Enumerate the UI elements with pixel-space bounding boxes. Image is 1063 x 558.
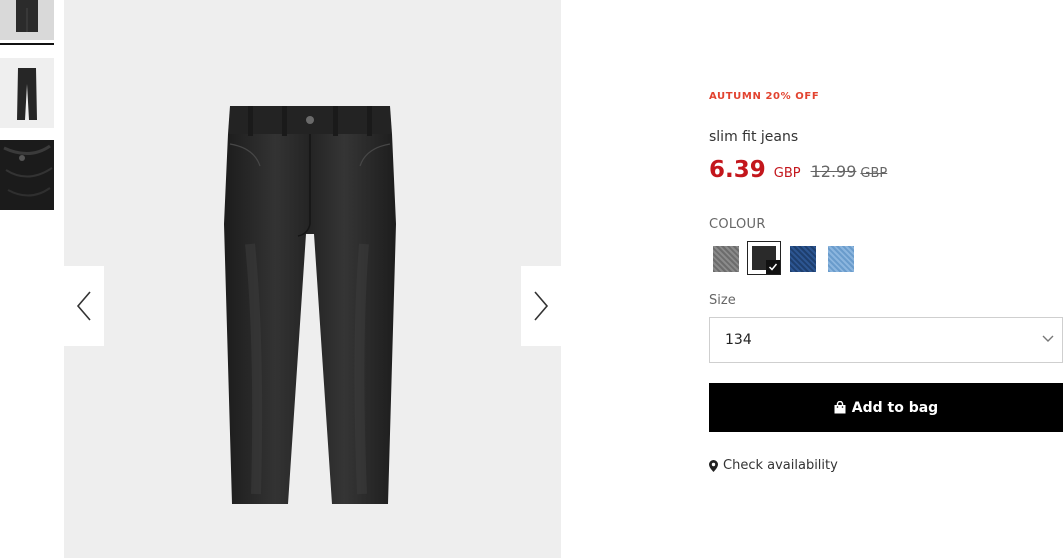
colour-swatch-light-blue[interactable] — [828, 246, 854, 272]
original-price-currency: GBP — [860, 166, 888, 181]
size-select-value: 134 — [725, 332, 752, 348]
add-to-bag-label: Add to bag — [851, 399, 939, 416]
thumbnail-front[interactable] — [0, 58, 54, 128]
chevron-right-icon — [534, 291, 549, 321]
chevron-left-icon — [76, 291, 91, 321]
check-icon — [766, 260, 780, 274]
thumbnail-front-crop[interactable] — [0, 0, 54, 40]
price-row: 6.39 GBP 12.99 GBP — [709, 157, 887, 183]
chevron-down-icon — [1042, 335, 1054, 342]
colour-swatch-dark-blue[interactable] — [790, 246, 816, 272]
colour-swatch-black[interactable] — [747, 241, 781, 275]
add-to-bag-button[interactable]: Add to bag — [709, 383, 1063, 432]
jeans-image — [224, 106, 396, 504]
check-availability-link[interactable]: Check availability — [709, 458, 838, 473]
promo-label: AUTUMN 20% OFF — [709, 91, 820, 102]
main-product-image — [64, 0, 561, 558]
sale-price: 6.39 — [709, 157, 766, 183]
sale-price-currency: GBP — [773, 166, 801, 181]
location-pin-icon — [709, 459, 718, 472]
colour-swatches — [709, 241, 869, 277]
colour-swatch-grey[interactable] — [713, 246, 739, 272]
product-details-panel: AUTUMN 20% OFF slim fit jeans 6.39 GBP 1… — [709, 0, 1063, 558]
active-thumbnail-indicator — [0, 43, 54, 45]
next-image-button[interactable] — [521, 266, 561, 346]
thumbnail-detail[interactable] — [0, 140, 54, 210]
product-title: slim fit jeans — [709, 129, 799, 145]
original-price: 12.99 — [810, 162, 857, 181]
thumbnail-strip — [0, 0, 56, 558]
shopping-bag-icon — [834, 401, 846, 414]
size-select[interactable]: 134 — [709, 317, 1063, 363]
colour-label: COLOUR — [709, 217, 766, 232]
size-label: Size — [709, 293, 736, 308]
previous-image-button[interactable] — [64, 266, 104, 346]
check-availability-label: Check availability — [723, 458, 838, 473]
